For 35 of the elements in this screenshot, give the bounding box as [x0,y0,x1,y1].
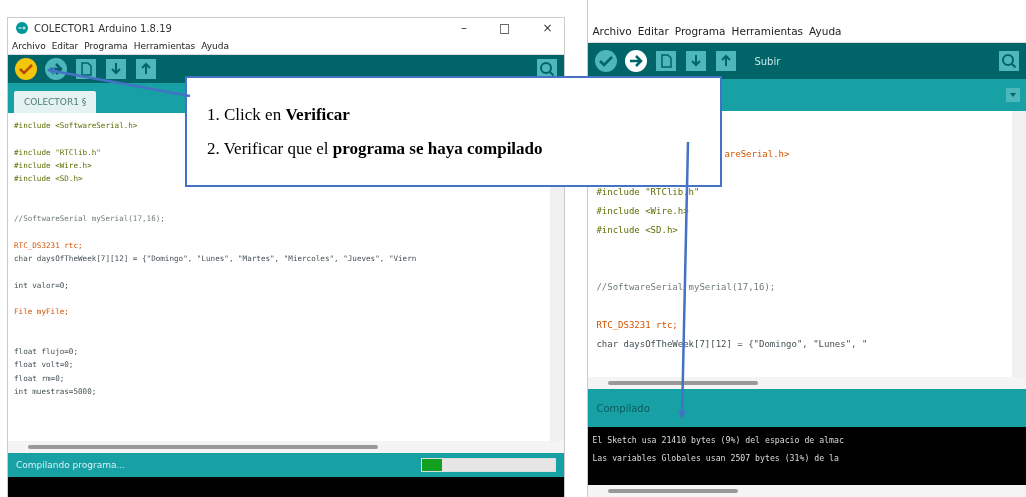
menu-item[interactable]: Programa [84,41,128,51]
menu-item[interactable]: Herramientas [731,25,804,37]
status-text: Compilado [596,402,650,414]
check-icon[interactable] [594,49,619,73]
window-control[interactable]: – [457,21,472,35]
status-text: Compilando programa... [16,460,126,470]
instruction-text: 1. Click en Verificar [207,104,350,124]
dropdown-icon[interactable] [1006,88,1020,102]
window-control[interactable]: × [538,21,557,35]
menu-item[interactable]: Editar [637,25,669,37]
serial-monitor-icon[interactable] [998,50,1020,72]
menu-item[interactable]: Archivo [592,25,632,37]
sketch-tab[interactable]: COLECTOR1 § [14,91,97,113]
menu-item[interactable]: Herramientas [133,41,196,51]
code-line: areSerial.h> [724,148,790,161]
menu-item[interactable]: Ayuda [201,41,229,51]
scrollbar-thumb[interactable] [608,489,739,493]
scrollbar[interactable] [608,381,759,385]
window-control[interactable]: □ [495,21,515,35]
tooltip-text: Subir [754,55,781,67]
console-line: Las variables Globales usan 2507 bytes (31%) de la [592,452,840,465]
check-icon[interactable] [14,57,38,81]
window-title: COLECTOR1 Arduino 1.8.19 [34,22,173,34]
app-logo-icon [16,22,28,34]
code-line: RTC_DS3231 rtc; [596,319,678,332]
menu-item[interactable]: Archivo [12,41,46,51]
console-line: El Sketch usa 21410 bytes (9%) del espacio de almac [592,434,845,447]
instruction-text: 2. Verificar que el programa se haya compilado [207,138,543,158]
document-icon[interactable] [654,49,679,73]
menu-item[interactable]: Editar [51,41,79,51]
scrollbar[interactable] [28,445,378,449]
code-line: #include <SD.h> [596,224,678,237]
code-line: //SoftwareSerial mySerial(17,16); [596,281,776,294]
menu-item[interactable]: Programa [674,25,726,37]
menu-item[interactable]: Ayuda [809,25,842,37]
